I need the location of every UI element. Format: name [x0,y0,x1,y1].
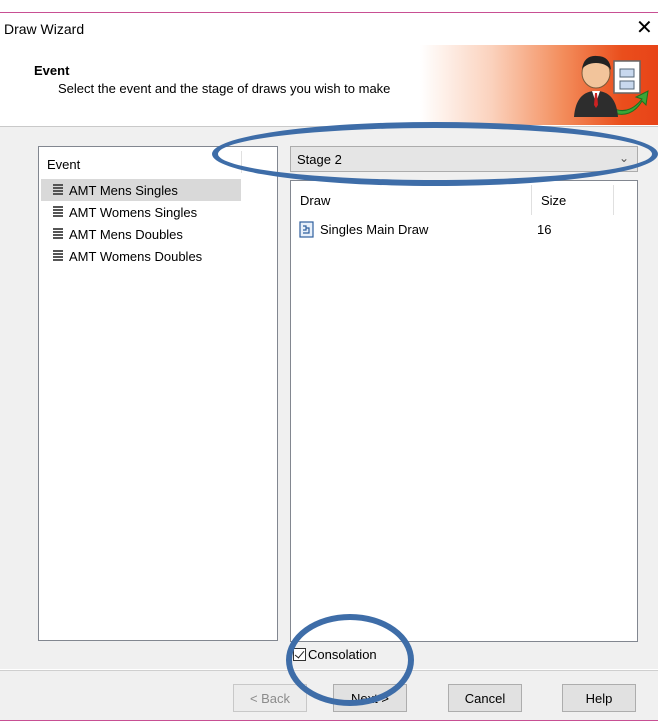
event-item[interactable]: AMT Womens Doubles [41,245,241,267]
table-row[interactable]: Singles Main Draw 16 [299,219,619,239]
cancel-button[interactable]: Cancel [448,684,522,712]
event-item-label: AMT Mens Doubles [69,226,183,242]
draw-column-header[interactable]: Draw [300,193,330,208]
event-item-label: AMT Mens Singles [69,182,178,198]
bottom-border [0,720,658,721]
next-button[interactable]: Next > [333,684,407,712]
stage-dropdown[interactable]: Stage 2 ⌄ [290,146,638,172]
checkbox-check-icon[interactable] [293,648,306,661]
step-subtitle: Select the event and the stage of draws … [58,81,391,96]
wizard-person-icon [574,55,649,117]
draw-list[interactable]: Draw Size Singles Main Draw 16 [290,180,638,642]
event-item[interactable]: AMT Mens Doubles [41,223,241,245]
close-icon[interactable]: ✕ [636,18,653,38]
back-button[interactable]: < Back [233,684,307,712]
column-divider [613,185,614,215]
event-item-label: AMT Womens Doubles [69,248,203,264]
draw-name: Singles Main Draw [320,221,429,237]
event-item[interactable]: AMT Womens Singles [41,201,241,223]
stage-selected-value: Stage 2 [297,152,342,167]
event-item[interactable]: AMT Mens Singles [41,179,241,201]
wizard-header: Event Select the event and the stage of … [0,45,658,125]
column-divider [241,151,242,173]
size-column-header[interactable]: Size [541,193,566,208]
chevron-down-icon: ⌄ [618,151,629,165]
column-divider [531,185,532,215]
event-icon [53,184,63,196]
window-title: Draw Wizard [4,21,85,37]
top-border [0,12,658,13]
event-icon [53,250,63,262]
wizard-footer [0,671,658,720]
event-icon [53,206,63,218]
event-item-label: AMT Womens Singles [69,204,198,220]
step-title: Event [34,63,70,78]
event-list[interactable]: Event AMT Mens Singles AMT Womens Single… [38,146,278,641]
help-button[interactable]: Help [562,684,636,712]
consolation-label: Consolation [308,647,377,662]
draw-document-icon [299,220,314,238]
event-column-header[interactable]: Event [47,157,80,172]
consolation-checkbox[interactable]: Consolation [293,647,377,662]
event-icon [53,228,63,240]
draw-size: 16 [537,221,552,237]
